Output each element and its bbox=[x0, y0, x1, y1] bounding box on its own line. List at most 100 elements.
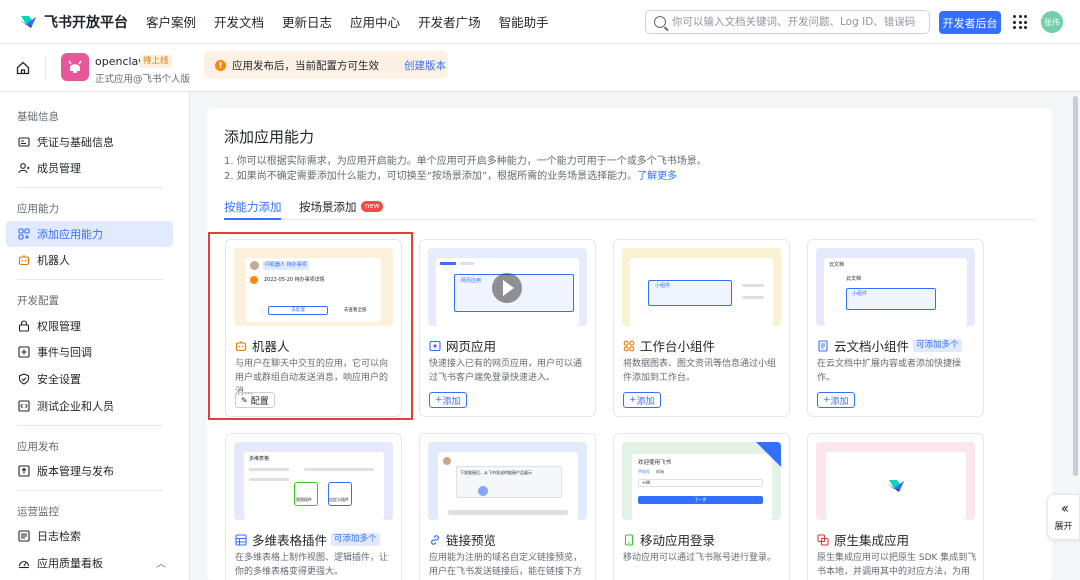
card-preview-image: 小组件 bbox=[622, 248, 781, 326]
preview-title: 云文档 bbox=[829, 262, 845, 268]
sidebar-item-label: 日志检索 bbox=[37, 530, 81, 543]
learn-more-link[interactable]: 了解更多 bbox=[637, 171, 677, 182]
capability-card-doc-widget[interactable]: 云文档 云文档 小组件 云文档小组件 可添加多个 在云文档中扩展内容或者添加快捷… bbox=[807, 239, 984, 417]
description-line: 1. 你可以根据实际需求，为应用开启能力。单个应用可开启多种能力，一个能力可用于… bbox=[224, 156, 707, 167]
capability-card-mobile-login[interactable]: 欢迎使用飞书 手机号 邮箱 +86 下一步 移动应用登录 移动应用可以通过飞书账… bbox=[613, 433, 790, 580]
divider bbox=[17, 490, 163, 491]
chevron-up-icon[interactable]: ︿ bbox=[156, 555, 166, 570]
log-icon bbox=[18, 530, 30, 542]
corner-flag bbox=[756, 442, 781, 467]
app-header: openclaw 待上线 正式应用@飞书个人版 ! 应用发布后，当前配置方可生效… bbox=[0, 44, 1080, 92]
nav-item[interactable]: 开发文档 bbox=[214, 12, 264, 31]
nav-item[interactable]: 智能助手 bbox=[499, 12, 549, 31]
sidebar-section-title: 应用能力 bbox=[17, 203, 59, 215]
add-button[interactable]: + 添加 bbox=[817, 392, 855, 408]
preview-label: 视图插件 bbox=[296, 497, 312, 502]
preview-tab bbox=[460, 262, 474, 265]
scrollbar-thumb[interactable] bbox=[1073, 96, 1078, 476]
card-title: 移动应用登录 bbox=[623, 530, 715, 549]
top-navbar: 飞书开放平台 客户案例 开发文档 更新日志 应用中心 开发者广场 智能助手 开发… bbox=[0, 0, 1080, 44]
preview-line bbox=[742, 284, 764, 287]
divider bbox=[45, 56, 46, 80]
avatar[interactable]: 张伟 bbox=[1041, 11, 1063, 33]
status-badge: 待上线 bbox=[140, 55, 172, 68]
sidebar-item-events[interactable]: 事件与回调 bbox=[6, 339, 173, 365]
add-button[interactable]: + 添加 bbox=[623, 392, 661, 408]
create-version-link[interactable]: 创建版本 bbox=[404, 58, 446, 73]
divider bbox=[17, 425, 163, 426]
add-button[interactable]: + 添加 bbox=[429, 392, 467, 408]
card-title: 多维表格插件 可添加多个 bbox=[235, 530, 380, 549]
double-chevron-left-icon: ‹‹ bbox=[1060, 501, 1069, 517]
tab-by-scenario[interactable]: 按场景添加 bbox=[299, 199, 357, 215]
capability-card-web-app[interactable]: 网页应用 网页应用 快速接入已有的网页应用，用户可以通过飞书客户端免登录快速进入… bbox=[419, 239, 596, 417]
native-icon bbox=[817, 533, 829, 546]
nav-item[interactable]: 开发者广场 bbox=[418, 12, 481, 31]
shield-icon bbox=[18, 373, 30, 385]
sidebar-item-test-tenants[interactable]: 测试企业和人员 bbox=[6, 393, 173, 419]
sidebar-item-versions[interactable]: 版本管理与发布 bbox=[6, 458, 173, 484]
capability-card-bitable[interactable]: 多维表格 视图插件 自定义插件 多维表格插件 可添加多个 在多维表格上制作视图、… bbox=[225, 433, 402, 580]
page-title: 添加应用能力 bbox=[224, 128, 315, 146]
sidebar-item-quality[interactable]: 应用质量看板 ︿ bbox=[6, 550, 173, 576]
apps-grid-icon[interactable] bbox=[1013, 15, 1027, 29]
link-preview-window: 下发链接后，从飞书发送的链接产品展示 bbox=[438, 452, 578, 520]
tab-by-capability[interactable]: 按能力添加 bbox=[224, 199, 282, 215]
search-box[interactable] bbox=[645, 10, 930, 34]
nav-item[interactable]: 更新日志 bbox=[282, 12, 332, 31]
sidebar-item-add-capability[interactable]: 添加应用能力 bbox=[6, 221, 173, 247]
preview-line bbox=[742, 296, 764, 299]
sidebar-item-label: 权限管理 bbox=[37, 320, 81, 333]
notice-text: 应用发布后，当前配置方可生效 bbox=[232, 59, 379, 72]
sidebar-item-security[interactable]: 安全设置 bbox=[6, 366, 173, 392]
sidebar-item-bot[interactable]: 机器人 bbox=[6, 247, 173, 273]
event-icon bbox=[18, 346, 30, 358]
brand-logo[interactable]: 飞书开放平台 bbox=[18, 12, 128, 32]
search-input[interactable] bbox=[672, 16, 927, 28]
app-logo-icon bbox=[68, 60, 82, 73]
preview-input: +86 bbox=[638, 479, 763, 487]
sidebar-item-label: 版本管理与发布 bbox=[37, 465, 114, 478]
card-description: 在多维表格上制作视图、逻辑插件，让你的多维表格变得更强大。 bbox=[235, 553, 389, 577]
plus-icon: + bbox=[823, 395, 831, 405]
card-description: 原生集成应用可以把原生 SDK 集成到飞书本地，并调用其中的对应方法，为用户提.… bbox=[817, 553, 977, 577]
web-app-icon bbox=[429, 340, 441, 351]
sidebar-item-logs[interactable]: 日志检索 bbox=[6, 523, 173, 549]
developer-console-button[interactable]: 开发者后台 bbox=[939, 11, 1001, 34]
preview-line bbox=[304, 468, 374, 471]
preview-line bbox=[249, 478, 289, 481]
sidebar-item-label: 添加应用能力 bbox=[37, 228, 103, 241]
card-description: 快速接入已有的网页应用，用户可以通过飞书客户端免登录快速进入。 bbox=[429, 359, 583, 383]
preview-label: 小组件 bbox=[852, 291, 868, 297]
capability-card-widget[interactable]: 小组件 工作台小组件 将数据图表、图文资讯等信息通过小组件添加到工作台。 + 添加 bbox=[613, 239, 790, 417]
search-icon bbox=[654, 16, 666, 28]
capability-card-native[interactable]: 原生集成应用 原生集成应用可以把原生 SDK 集成到飞书本地，并调用其中的对应方… bbox=[807, 433, 984, 580]
nav-item[interactable]: 应用中心 bbox=[350, 12, 400, 31]
card-preview-image: 网页应用 bbox=[428, 248, 587, 326]
active-tab-indicator bbox=[224, 218, 281, 220]
home-icon[interactable] bbox=[16, 61, 30, 75]
card-preview-image: 欢迎使用飞书 手机号 邮箱 +86 下一步 bbox=[622, 442, 781, 520]
card-title: 工作台小组件 bbox=[623, 336, 715, 355]
sidebar-item-permissions[interactable]: 权限管理 bbox=[6, 313, 173, 339]
dashboard-icon bbox=[18, 560, 30, 569]
avatar bbox=[443, 457, 451, 465]
widget-icon bbox=[623, 340, 635, 351]
preview-line bbox=[249, 468, 289, 471]
card-title: 链接预览 bbox=[429, 530, 496, 549]
capability-card-link-preview[interactable]: 下发链接后，从飞书发送的链接产品展示 链接预览 应用能为注册的域名自定义链接预览… bbox=[419, 433, 596, 580]
sidebar-item-credentials[interactable]: 凭证与基础信息 bbox=[6, 129, 173, 155]
nav-item[interactable]: 客户案例 bbox=[146, 12, 196, 31]
publish-notice: ! 应用发布后，当前配置方可生效 创建版本 bbox=[204, 51, 448, 79]
link-icon bbox=[431, 534, 439, 545]
description-line: 2. 如果尚不确定需要添加什么能力，可切换至“按场景添加”，根据所需的业务场景选… bbox=[224, 171, 678, 182]
plus-icon: + bbox=[629, 395, 637, 405]
code-icon bbox=[18, 400, 30, 412]
expand-button[interactable]: ‹‹ 展开 bbox=[1047, 494, 1080, 540]
sidebar-item-members[interactable]: 成员管理 bbox=[6, 155, 173, 181]
preview-label: 小组件 bbox=[655, 283, 671, 289]
card-description: 在云文档中扩展内容或者添加快捷操作。 bbox=[817, 359, 962, 383]
new-badge: new bbox=[361, 201, 384, 212]
main-nav: 客户案例 开发文档 更新日志 应用中心 开发者广场 智能助手 bbox=[146, 12, 567, 31]
preview-tab bbox=[440, 262, 456, 265]
